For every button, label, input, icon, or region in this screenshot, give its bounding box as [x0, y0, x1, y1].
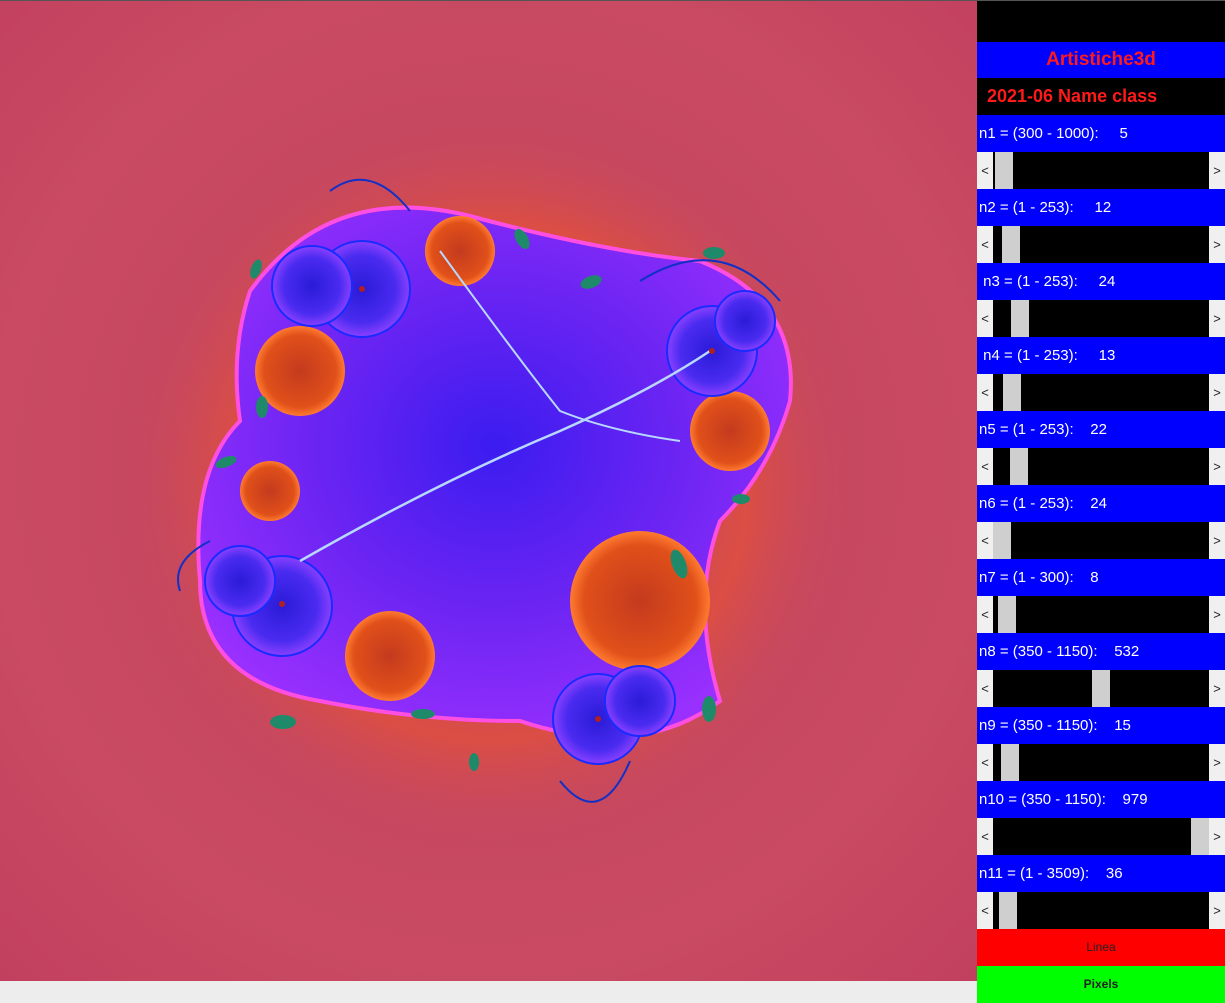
linea-button[interactable]: Linea [977, 929, 1225, 966]
scroll-left-icon[interactable]: < [977, 374, 993, 411]
scroll-right-icon[interactable]: > [1209, 670, 1225, 707]
scrollbar-n2[interactable]: < > [977, 226, 1225, 263]
scroll-right-icon[interactable]: > [1209, 448, 1225, 485]
scrollbar-n3[interactable]: < > [977, 300, 1225, 337]
scroll-right-icon[interactable]: > [1209, 892, 1225, 929]
param-label-n2: n2 = (1 - 253): 12 [977, 189, 1225, 226]
scroll-thumb[interactable] [1000, 744, 1019, 781]
scrollbar-n6[interactable]: < > [977, 522, 1225, 559]
scroll-left-icon[interactable]: < [977, 152, 993, 189]
scroll-right-icon[interactable]: > [1209, 818, 1225, 855]
scroll-thumb[interactable] [993, 522, 1011, 559]
scrollbar-n11[interactable]: < > [977, 892, 1225, 929]
scroll-left-icon[interactable]: < [977, 744, 993, 781]
pixels-button[interactable]: Pixels [977, 966, 1225, 1003]
param-label-n11: n11 = (1 - 3509): 36 [977, 855, 1225, 892]
scroll-right-icon[interactable]: > [1209, 522, 1225, 559]
scrollbar-n7[interactable]: < > [977, 596, 1225, 633]
scroll-thumb[interactable] [1010, 300, 1029, 337]
app-title: Artistiche3d [977, 42, 1225, 78]
scrollbar-n10[interactable]: < > [977, 818, 1225, 855]
fractal-image [120, 111, 860, 851]
param-label-n6: n6 = (1 - 253): 24 [977, 485, 1225, 522]
scroll-left-icon[interactable]: < [977, 226, 993, 263]
panel-header-spacer [977, 1, 1225, 42]
scroll-right-icon[interactable]: > [1209, 226, 1225, 263]
scroll-thumb[interactable] [997, 596, 1016, 633]
scrollbar-n4[interactable]: < > [977, 374, 1225, 411]
scroll-thumb[interactable] [1002, 374, 1021, 411]
param-label-n9: n9 = (350 - 1150): 15 [977, 707, 1225, 744]
param-label-n10: n10 = (350 - 1150): 979 [977, 781, 1225, 818]
param-label-n3: n3 = (1 - 253): 24 [977, 263, 1225, 300]
param-label-n4: n4 = (1 - 253): 13 [977, 337, 1225, 374]
scrollbar-n5[interactable]: < > [977, 448, 1225, 485]
scroll-right-icon[interactable]: > [1209, 744, 1225, 781]
scroll-left-icon[interactable]: < [977, 818, 993, 855]
scroll-right-icon[interactable]: > [1209, 596, 1225, 633]
parameter-list: n1 = (300 - 1000): 5 < > n2 = (1 - 253): 12… [977, 115, 1225, 929]
scroll-left-icon[interactable]: < [977, 596, 993, 633]
scrollbar-n9[interactable]: < > [977, 744, 1225, 781]
param-label-n8: n8 = (350 - 1150): 532 [977, 633, 1225, 670]
scroll-thumb[interactable] [1092, 670, 1110, 707]
scroll-left-icon[interactable]: < [977, 300, 993, 337]
scrollbar-n1[interactable]: < > [977, 152, 1225, 189]
scrollbar-n8[interactable]: < > [977, 670, 1225, 707]
scroll-left-icon[interactable]: < [977, 448, 993, 485]
scroll-right-icon[interactable]: > [1209, 152, 1225, 189]
param-label-n7: n7 = (1 - 300): 8 [977, 559, 1225, 596]
scroll-thumb[interactable] [998, 892, 1017, 929]
scroll-right-icon[interactable]: > [1209, 300, 1225, 337]
scroll-thumb[interactable] [1009, 448, 1028, 485]
scroll-thumb[interactable] [1191, 818, 1209, 855]
scroll-left-icon[interactable]: < [977, 670, 993, 707]
control-panel: Artistiche3d 2021-06 Name class n1 = (30… [977, 1, 1225, 1003]
fractal-canvas[interactable] [0, 1, 977, 981]
scroll-thumb[interactable] [1001, 226, 1020, 263]
param-label-n1: n1 = (300 - 1000): 5 [977, 115, 1225, 152]
subtitle: 2021-06 Name class [977, 78, 1225, 115]
status-strip [0, 981, 977, 1003]
scroll-right-icon[interactable]: > [1209, 374, 1225, 411]
scroll-left-icon[interactable]: < [977, 892, 993, 929]
param-label-n5: n5 = (1 - 253): 22 [977, 411, 1225, 448]
scroll-left-icon[interactable]: < [977, 522, 993, 559]
scroll-thumb[interactable] [994, 152, 1013, 189]
